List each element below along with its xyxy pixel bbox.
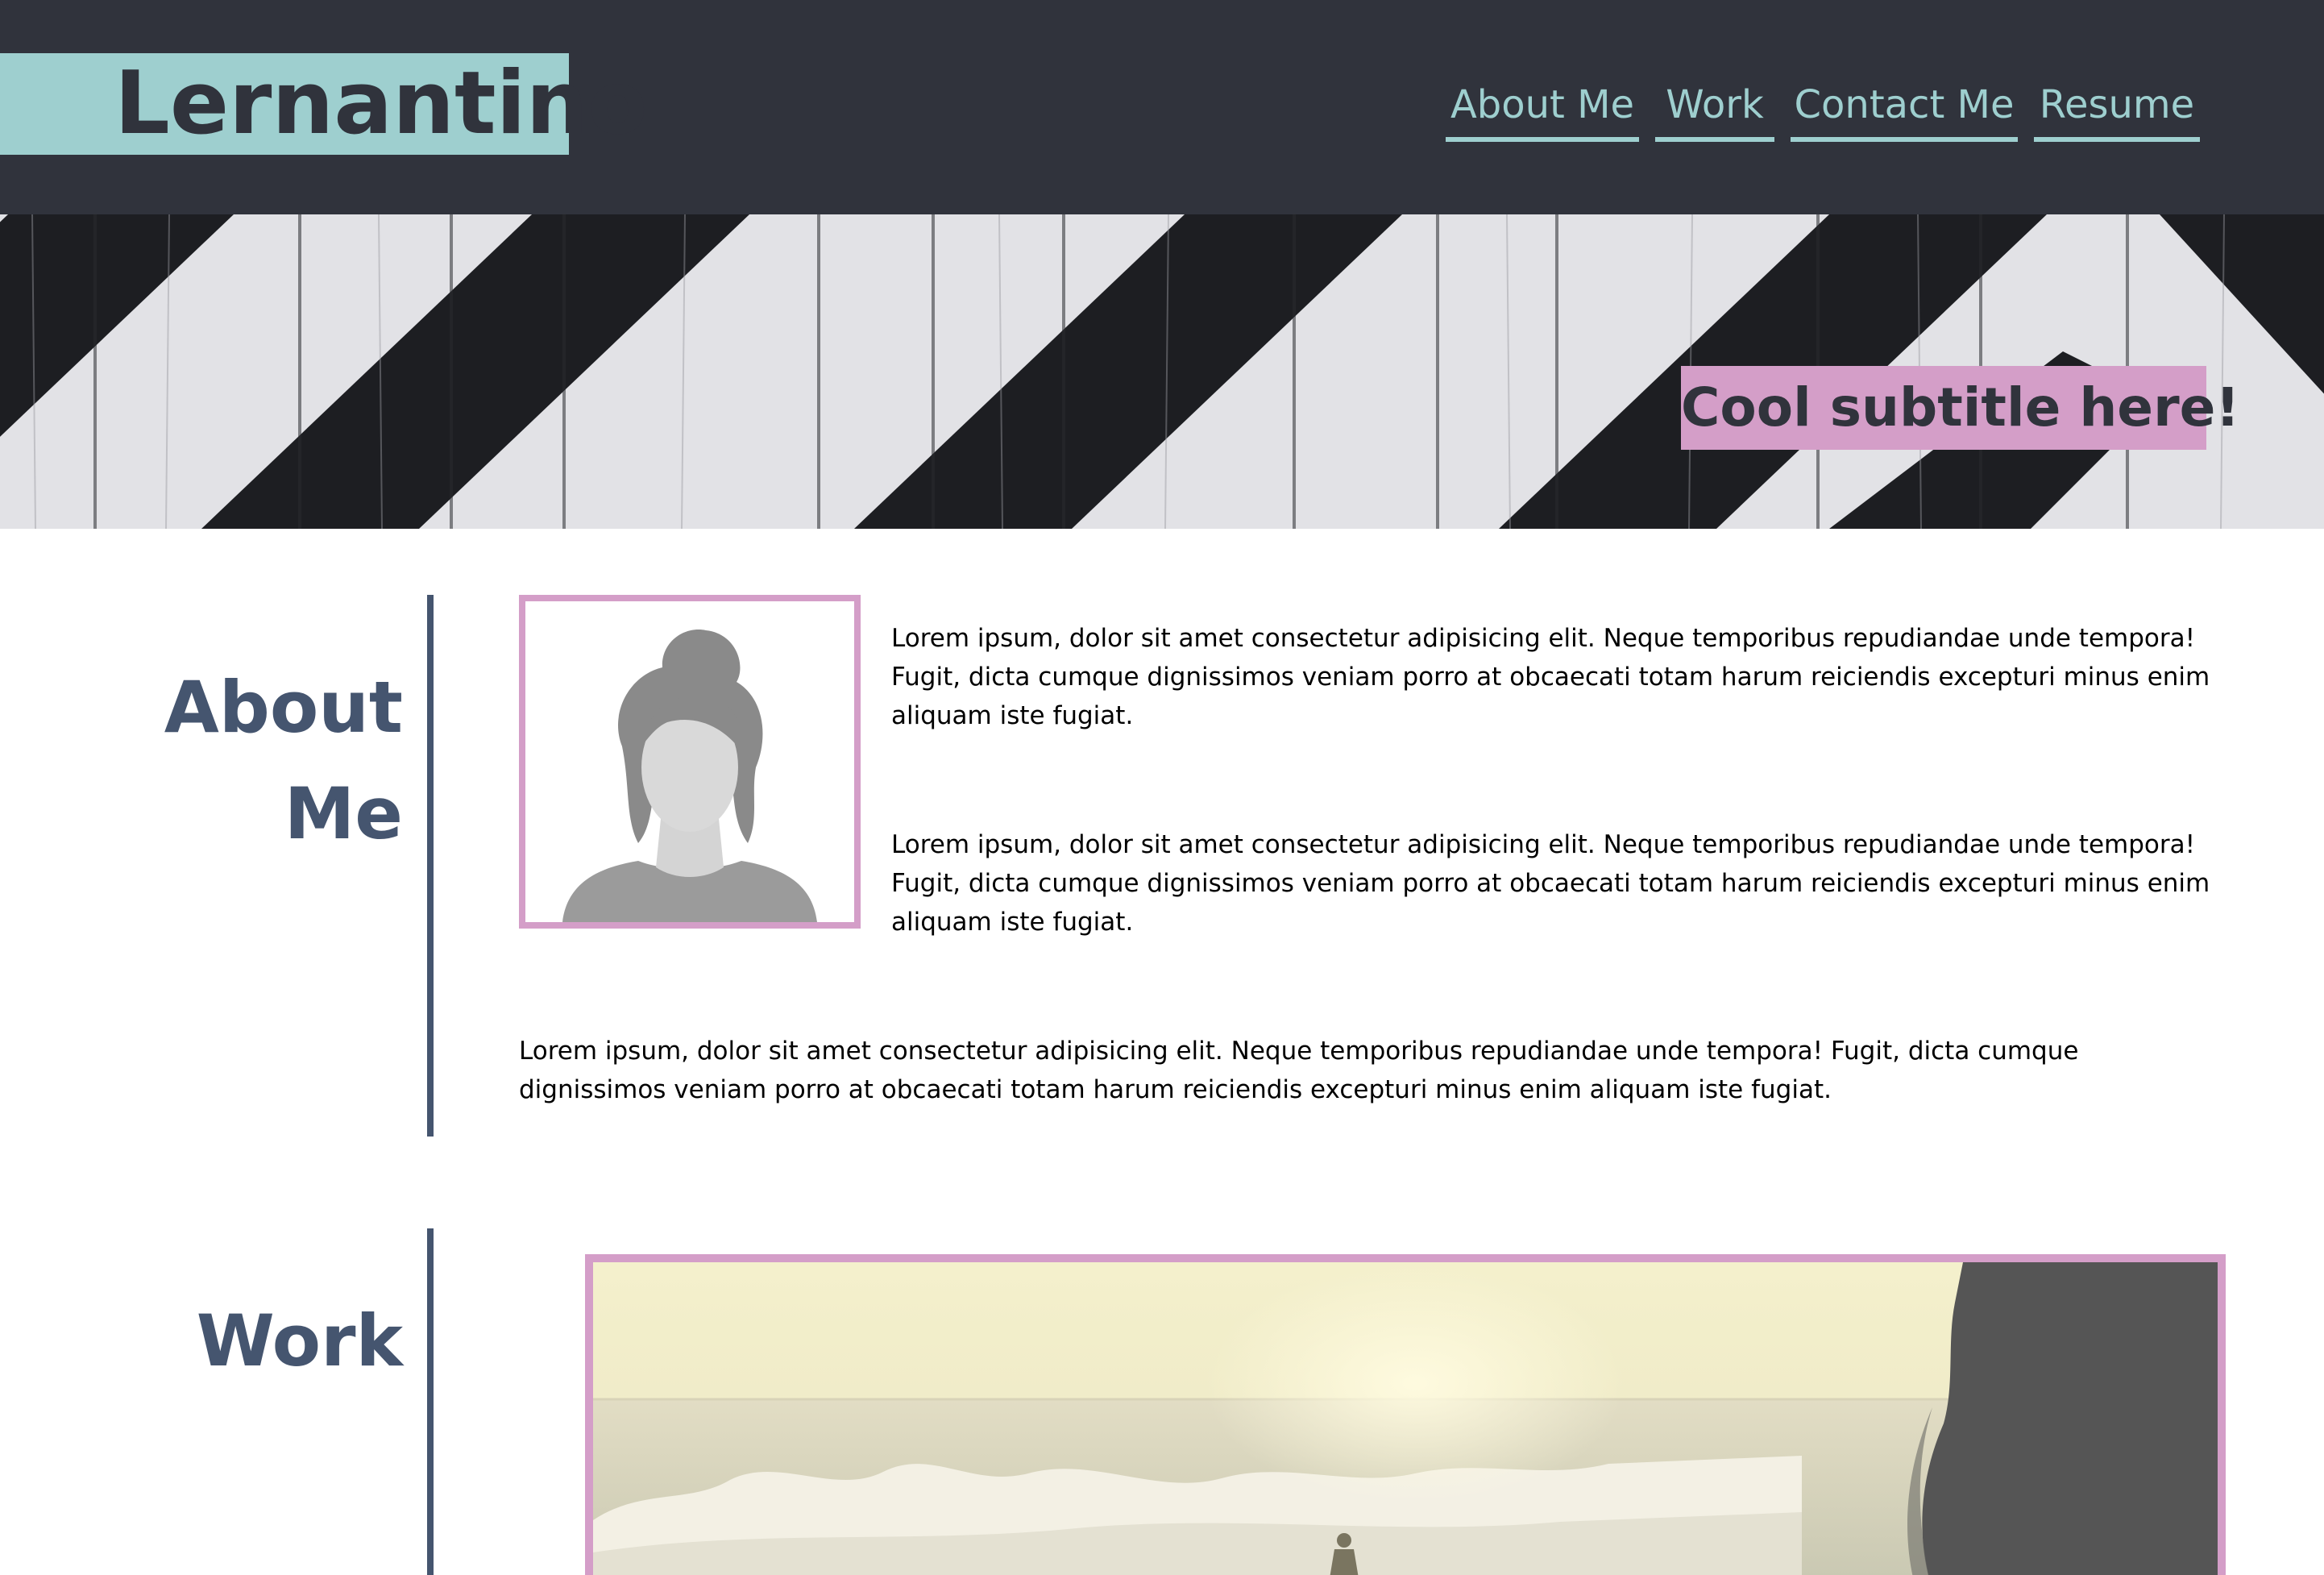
hero-subtitle: Cool subtitle here! (1681, 366, 2239, 450)
main-nav: About Me Work Contact Me Resume (0, 77, 2324, 150)
about-section-title: About Me (121, 655, 403, 867)
profile-photo (519, 595, 861, 929)
about-paragraph-2: Lorem ipsum, dolor sit amet consectetur … (891, 830, 2210, 937)
work-section-title: Work (196, 1299, 403, 1382)
nav-link-work[interactable]: Work (1655, 77, 1774, 142)
about-title-line-2: Me (284, 772, 403, 855)
work-section-divider (427, 1228, 434, 1575)
about-paragraph-1: Lorem ipsum, dolor sit amet consectetur … (891, 624, 2210, 730)
surf-photo (593, 1262, 2218, 1575)
avatar-placeholder-icon (562, 630, 817, 922)
about-section-divider (427, 595, 434, 1137)
hero-banner: Cool subtitle here! (0, 214, 2324, 529)
nav-link-about-me[interactable]: About Me (1446, 77, 1639, 142)
work-project-image[interactable] (585, 1254, 2226, 1575)
nav-link-contact-me[interactable]: Contact Me (1791, 77, 2018, 142)
nav-link-resume[interactable]: Resume (2034, 77, 2200, 142)
site-header: Lernantino About Me Work Contact Me Resu… (0, 0, 2324, 214)
about-title-line-1: About (164, 666, 403, 749)
about-paragraph-3: Lorem ipsum, dolor sit amet consectetur … (519, 1037, 2079, 1104)
